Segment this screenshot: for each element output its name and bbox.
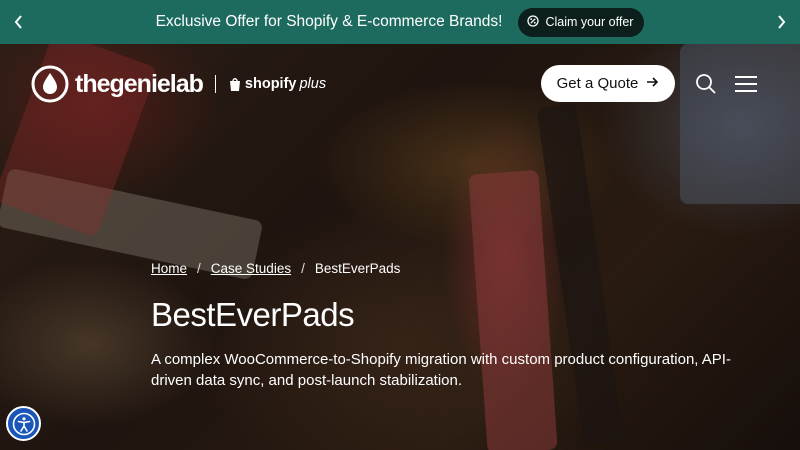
announcement-text: Exclusive Offer for Shopify & E-commerce…	[155, 13, 503, 30]
chevron-right-icon[interactable]	[771, 12, 791, 32]
breadcrumb: Home / Case Studies / BestEverPads	[151, 261, 400, 276]
breadcrumb-current: BestEverPads	[314, 261, 401, 276]
offer-badge-icon	[527, 14, 540, 30]
genie-drop-icon	[31, 65, 69, 103]
get-a-quote-label: Get a Quote	[556, 75, 639, 92]
breadcrumb-separator: /	[301, 261, 305, 276]
arrow-right-icon	[646, 75, 659, 92]
shopify-wordmark: shopify	[244, 76, 297, 92]
page-description: A complex WooCommerce-to-Shopify migrati…	[151, 351, 731, 389]
accessibility-icon	[12, 412, 35, 435]
shopify-plus-logo: shopify plus	[228, 76, 326, 92]
site-logo[interactable]: thegenielab shopify plus	[31, 65, 326, 103]
hamburger-menu-icon[interactable]	[734, 74, 758, 94]
claim-offer-label: Claim your offer	[545, 15, 634, 29]
page-title: BestEverPads	[151, 296, 355, 333]
plus-wordmark: plus	[299, 76, 327, 92]
claim-offer-button[interactable]: Claim your offer	[518, 7, 645, 37]
accessibility-button[interactable]	[6, 406, 41, 441]
get-a-quote-button[interactable]: Get a Quote	[541, 65, 675, 102]
breadcrumb-home[interactable]: Home	[151, 261, 187, 276]
brand-name: thegenielab	[75, 69, 204, 98]
announcement-bar: Exclusive Offer for Shopify & E-commerce…	[0, 0, 800, 44]
shopify-bag-icon	[229, 78, 240, 91]
breadcrumb-separator: /	[197, 261, 201, 276]
chevron-left-icon[interactable]	[9, 12, 29, 32]
search-icon[interactable]	[694, 72, 718, 96]
breadcrumb-case-studies[interactable]: Case Studies	[211, 261, 291, 276]
logo-divider	[214, 75, 216, 93]
